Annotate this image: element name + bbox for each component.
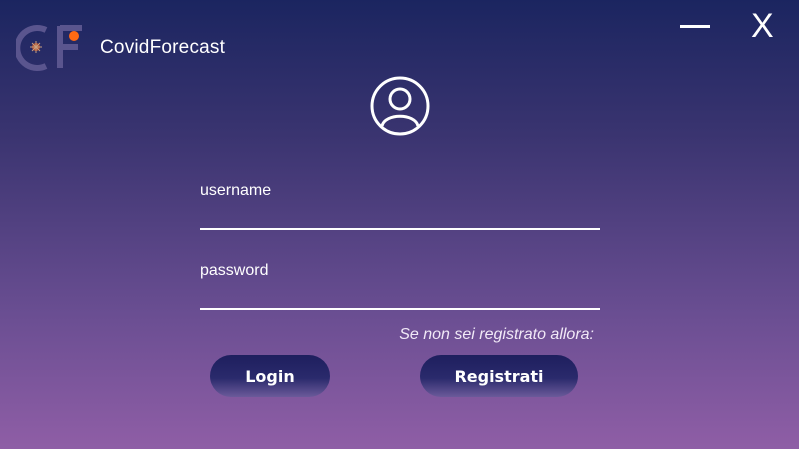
username-input[interactable] xyxy=(200,200,600,230)
user-circle-icon xyxy=(370,76,430,136)
register-hint: Se non sei registrato allora: xyxy=(399,326,594,343)
password-input[interactable] xyxy=(200,280,600,310)
close-button[interactable]: X xyxy=(746,7,786,45)
close-icon: X xyxy=(751,7,774,45)
app-logo xyxy=(14,20,90,72)
user-avatar xyxy=(369,75,431,137)
password-label: password xyxy=(200,262,269,279)
covid-forecast-logo-icon xyxy=(14,25,82,71)
minimize-icon xyxy=(680,25,710,28)
login-button[interactable]: Login xyxy=(210,355,330,397)
minimize-button[interactable] xyxy=(676,8,716,44)
app-title: CovidForecast xyxy=(100,37,226,58)
username-label: username xyxy=(200,182,272,199)
register-button[interactable]: Registrati xyxy=(420,355,578,397)
